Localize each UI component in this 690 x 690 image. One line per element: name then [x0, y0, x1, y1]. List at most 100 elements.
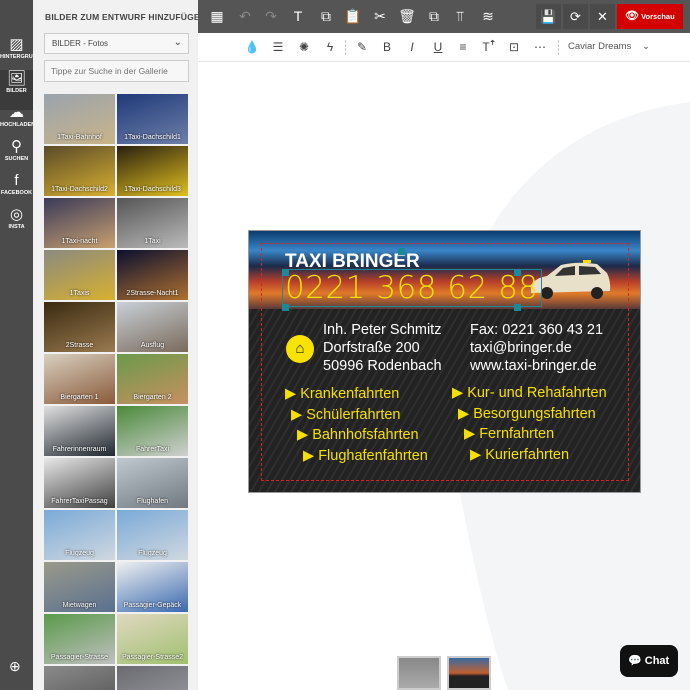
preview-button[interactable]: 👁 Vorschau	[617, 4, 683, 29]
font-size-icon[interactable]: Tꜛ	[481, 40, 497, 54]
service-item[interactable]: ▶ Besorgungsfahrten	[458, 406, 596, 422]
service-item[interactable]: ▶ Schülerfahrten	[291, 407, 401, 423]
resize-handle[interactable]	[514, 269, 521, 276]
service-item[interactable]: ▶ Krankenfahrten	[285, 386, 399, 402]
gallery-image[interactable]: Flugzeug	[117, 510, 188, 560]
gallery-image[interactable]: Passagier-Gepäck	[117, 562, 188, 612]
gallery-image[interactable]: 1Taxi-Dachschild3	[117, 146, 188, 196]
more-icon[interactable]: ⋯	[532, 40, 548, 54]
zoom-icon[interactable]: ⊕	[9, 658, 21, 675]
gallery-image[interactable]: Mietwagen	[44, 562, 115, 612]
service-item[interactable]: ▶ Flughafenfahrten	[303, 448, 428, 464]
city-text[interactable]: 50996 Rodenbach	[323, 358, 442, 374]
effects-icon[interactable]: ✺	[296, 40, 312, 54]
gallery-image[interactable]	[117, 666, 188, 690]
gallery-image[interactable]	[44, 666, 115, 690]
triangle-bullet-icon: ▶	[297, 427, 313, 443]
gallery-image[interactable]: 1Taxi-Dachschild1	[117, 94, 188, 144]
phone-number[interactable]: 0221 368 62 88	[282, 269, 542, 307]
gallery-image-label: 1Taxi-nacht	[61, 238, 98, 245]
gallery-image[interactable]: Ausflug	[117, 302, 188, 352]
instagram-icon: ◎	[9, 206, 24, 223]
gallery-image-label: 2Strasse-Nacht1	[126, 290, 179, 297]
service-label: Krankenfahrten	[300, 386, 400, 402]
facebook-icon: f	[14, 172, 19, 189]
italic-icon[interactable]: I	[404, 40, 420, 54]
close-button[interactable]: ✕	[590, 4, 615, 29]
duplicate-icon[interactable]: ⧉	[425, 8, 443, 24]
lightning-icon[interactable]: ϟ	[322, 40, 338, 54]
service-item[interactable]: ▶ Fernfahrten	[464, 426, 554, 442]
save-button[interactable]: 💾	[536, 4, 561, 29]
format-toolbar: Caviar Dreams ⌄ 💧 ☰ ✺ ϟ ✎ B I U ≡ Tꜛ ⊡ ⋯	[198, 33, 690, 62]
gallery-image[interactable]: Fahrerinnenraum	[44, 406, 115, 456]
gallery-image[interactable]: 2Strasse-Nacht1	[117, 250, 188, 300]
gallery-image[interactable]: 1Taxi	[117, 198, 188, 248]
email-text[interactable]: taxi@bringer.de	[470, 340, 572, 356]
gallery-image-label: 1Taxi-Dachschild2	[51, 186, 108, 193]
line-spacing-icon[interactable]: ☰	[270, 40, 286, 54]
category-select[interactable]: BILDER - Fotos ⌄	[44, 33, 189, 54]
align-top-icon[interactable]: ⫪	[451, 8, 469, 24]
page-thumbnail-front[interactable]	[397, 656, 441, 690]
service-item[interactable]: ▶ Kurierfahrten	[470, 447, 569, 463]
chat-button[interactable]: 💬 Chat	[620, 645, 678, 677]
page-thumbnail-back[interactable]	[447, 656, 491, 690]
gallery-image[interactable]: 1Taxis	[44, 250, 115, 300]
gallery-image-label: FahrerTaxi	[135, 446, 170, 453]
service-item[interactable]: ▶ Bahnhofsfahrten	[297, 427, 419, 443]
layers-icon[interactable]: ≋	[479, 8, 497, 24]
undo-icon[interactable]: ↶	[236, 8, 254, 24]
add-text-icon[interactable]: T	[289, 8, 307, 24]
gallery-image[interactable]: FahrerTaxi	[117, 406, 188, 456]
image-icon: 🖼	[6, 70, 27, 87]
rail-item-label: SUCHEN	[4, 156, 29, 162]
gallery-image[interactable]: Passagier-Strasse2	[117, 614, 188, 664]
underline-icon[interactable]: U	[430, 40, 446, 54]
add-shape-icon[interactable]: ⧉	[317, 8, 335, 24]
gallery-image-label: Biergarten 2	[133, 394, 172, 401]
redo-icon[interactable]: ↷	[262, 8, 280, 24]
gallery-image[interactable]: 2Strasse	[44, 302, 115, 352]
gallery-image[interactable]: Biergarten 2	[117, 354, 188, 404]
text-box-icon[interactable]: ⊡	[506, 40, 522, 54]
left-icon-rail: ▨HINTERGRUND 🖼BILDER ☁HOCHLADEN ⚲SUCHEN fFAC…	[0, 0, 33, 690]
resize-handle[interactable]	[282, 269, 289, 276]
gallery-search-input[interactable]	[44, 60, 189, 82]
chevron-down-icon: ⌄	[642, 41, 650, 52]
street-text[interactable]: Dorfstraße 200	[323, 340, 420, 356]
paste-icon[interactable]: 📋	[344, 8, 362, 24]
gallery-image-label: Flughafen	[136, 498, 169, 505]
upload-cloud-icon: ☁	[9, 104, 24, 121]
gallery-image-label: 1Taxi-Dachschild1	[124, 134, 181, 141]
font-select[interactable]: Caviar Dreams ⌄	[568, 41, 650, 52]
service-item[interactable]: ▶ Kur- und Rehafahrten	[452, 385, 607, 401]
gallery-image[interactable]: 1Taxi-nacht	[44, 198, 115, 248]
gallery-image[interactable]: FahrerTaxiPassag	[44, 458, 115, 508]
delete-icon[interactable]: 🗑	[398, 8, 416, 24]
web-text[interactable]: www.taxi-bringer.de	[470, 358, 597, 374]
pen-icon[interactable]: ✎	[354, 40, 370, 54]
rail-item-insta[interactable]: ◎ INSTA	[0, 206, 33, 246]
refresh-button[interactable]: ⟳	[563, 4, 588, 29]
bold-icon[interactable]: B	[379, 40, 395, 54]
gallery-image[interactable]: Flugzeug	[44, 510, 115, 560]
rotate-handle[interactable]	[398, 248, 405, 255]
gallery-image[interactable]: 1Taxi-Bahnhof	[44, 94, 115, 144]
resize-handle[interactable]	[514, 304, 521, 311]
qr-code-icon[interactable]: ▦	[208, 8, 226, 24]
resize-handle[interactable]	[282, 304, 289, 311]
fax-text[interactable]: Fax: 0221 360 43 21	[470, 322, 603, 338]
color-drop-icon[interactable]: 💧	[244, 40, 260, 54]
gallery-image[interactable]: Biergarten 1	[44, 354, 115, 404]
cut-icon[interactable]: ✂	[371, 8, 389, 24]
background-stripes-icon: ▨	[9, 36, 24, 53]
gallery-image[interactable]: Passagier-Strasse	[44, 614, 115, 664]
gallery-image[interactable]: Flughafen	[117, 458, 188, 508]
owner-text[interactable]: Inh. Peter Schmitz	[323, 322, 441, 338]
triangle-bullet-icon: ▶	[303, 447, 319, 464]
triangle-bullet-icon: ▶	[470, 446, 486, 463]
gallery-image[interactable]: 1Taxi-Dachschild2	[44, 146, 115, 196]
align-left-icon[interactable]: ≡	[455, 40, 471, 54]
business-card[interactable]: TAXI BRINGER 0221 368 62 88 ⌂ Inh. Peter…	[248, 230, 641, 493]
